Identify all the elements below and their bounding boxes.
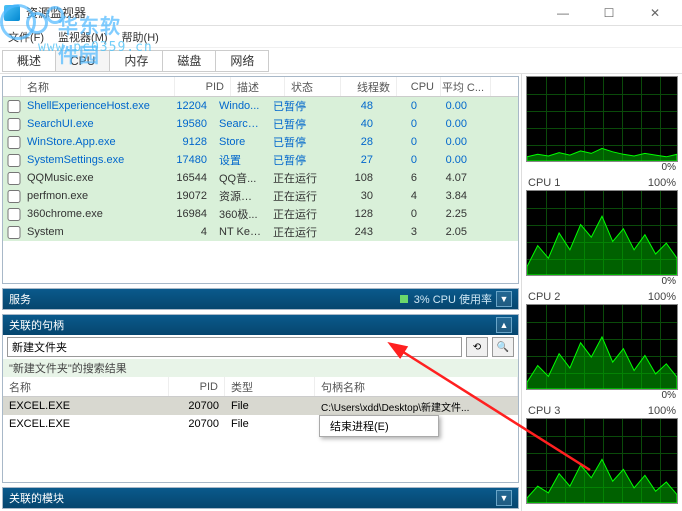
context-menu-end-process[interactable]: 结束进程(E) <box>320 416 438 436</box>
process-row[interactable]: WinStore.App.exe9128Store已暂停2800.00 <box>3 133 518 151</box>
col-avg[interactable]: 平均 C... <box>441 77 491 96</box>
graphs-sidebar: 0% CPU 1 100% 0% CPU 2 100% 0% CPU 3 100% <box>522 74 682 511</box>
graph-3-label: CPU 3 <box>528 405 560 417</box>
handles-subhead: "新建文件夹"的搜索结果 <box>3 359 518 377</box>
process-checkbox[interactable] <box>7 172 21 185</box>
handle-row[interactable]: EXCEL.EXE20700FileC:\Users\xdd\Desktop\新… <box>3 397 518 415</box>
menu-help[interactable]: 帮助(H) <box>122 29 159 45</box>
usage-indicator-icon <box>400 295 408 303</box>
window-title: 资源监视器 <box>26 4 540 21</box>
graph-0-foot: 0% <box>526 162 678 173</box>
col-pid[interactable]: PID <box>175 77 231 96</box>
graph-1-label: CPU 1 <box>528 177 560 189</box>
process-row[interactable]: 360chrome.exe16984360极...正在运行12802.25 <box>3 205 518 223</box>
window-max-button[interactable]: ☐ <box>586 0 632 26</box>
processes-body: ShellExperienceHost.exe12204Windo...已暂停4… <box>3 97 518 241</box>
col-desc[interactable]: 描述 <box>231 77 285 96</box>
process-row[interactable]: SystemSettings.exe17480设置已暂停2700.00 <box>3 151 518 169</box>
graph-cpu2: CPU 2 100% 0% <box>526 291 678 401</box>
processes-header-row: 名称 PID 描述 状态 线程数 CPU 平均 C... <box>3 77 518 97</box>
process-checkbox[interactable] <box>7 226 21 239</box>
col-cpu[interactable]: CPU <box>397 77 441 96</box>
search-go-button[interactable]: 🔍 <box>492 337 514 357</box>
process-row[interactable]: perfmon.exe19072资源和...正在运行3043.84 <box>3 187 518 205</box>
process-checkbox[interactable] <box>7 208 21 221</box>
tab-network[interactable]: 网络 <box>215 50 269 72</box>
window-titlebar: 资源监视器 — ☐ ✕ <box>0 0 682 26</box>
modules-panel: 关联的模块 ▼ <box>2 487 519 509</box>
process-checkbox[interactable] <box>7 154 21 167</box>
hcol-name[interactable]: 名称 <box>3 377 169 396</box>
modules-title: 关联的模块 <box>9 490 492 506</box>
tab-cpu[interactable]: CPU <box>55 50 110 72</box>
tab-memory[interactable]: 内存 <box>109 50 163 72</box>
window-min-button[interactable]: — <box>540 0 586 26</box>
process-row[interactable]: QQMusic.exe16544QQ音...正在运行10864.07 <box>3 169 518 187</box>
handle-row[interactable]: EXCEL.EXE20700File...\新建文件... <box>3 415 518 433</box>
process-checkbox[interactable] <box>7 118 21 131</box>
services-panel: 服务 3% CPU 使用率 ▼ <box>2 288 519 310</box>
services-title: 服务 <box>9 291 400 307</box>
tab-overview[interactable]: 概述 <box>2 50 56 72</box>
graph-2-label: CPU 2 <box>528 291 560 303</box>
process-row[interactable]: ShellExperienceHost.exe12204Windo...已暂停4… <box>3 97 518 115</box>
app-icon <box>4 5 20 21</box>
graph-cpu1: CPU 1 100% 0% <box>526 177 678 287</box>
graph-1-pct: 100% <box>648 177 676 189</box>
handles-body: EXCEL.EXE20700FileC:\Users\xdd\Desktop\新… <box>3 397 518 482</box>
col-threads[interactable]: 线程数 <box>341 77 397 96</box>
services-usage: 3% CPU 使用率 <box>414 291 492 307</box>
menu-monitor[interactable]: 监视器(M) <box>58 29 108 45</box>
handles-search-input[interactable] <box>7 337 462 357</box>
hcol-type[interactable]: 类型 <box>225 377 315 396</box>
context-menu: 结束进程(E) <box>319 415 439 437</box>
hcol-handle[interactable]: 句柄名称 <box>315 377 518 396</box>
col-name[interactable]: 名称 <box>21 77 175 96</box>
col-status[interactable]: 状态 <box>285 77 341 96</box>
tab-disk[interactable]: 磁盘 <box>162 50 216 72</box>
window-close-button[interactable]: ✕ <box>632 0 678 26</box>
handles-title: 关联的句柄 <box>9 317 492 333</box>
process-checkbox[interactable] <box>7 100 21 113</box>
graph-1-foot: 0% <box>526 276 678 287</box>
graph-2-pct: 100% <box>648 291 676 303</box>
search-refresh-button[interactable]: ⟲ <box>466 337 488 357</box>
handles-panel: 关联的句柄 ▲ ⟲ 🔍 "新建文件夹"的搜索结果 名称 PID 类型 句柄名称 … <box>2 314 519 483</box>
process-row[interactable]: System4NT Ker...正在运行24332.05 <box>3 223 518 241</box>
process-checkbox[interactable] <box>7 136 21 149</box>
modules-expand-button[interactable]: ▼ <box>496 490 512 506</box>
graph-3-pct: 100% <box>648 405 676 417</box>
menu-file[interactable]: 文件(F) <box>8 29 44 45</box>
process-row[interactable]: SearchUI.exe19580Search...已暂停4000.00 <box>3 115 518 133</box>
graph-2-foot: 0% <box>526 390 678 401</box>
hcol-pid[interactable]: PID <box>169 377 225 396</box>
tab-bar: 概述 CPU 内存 磁盘 网络 <box>0 48 682 74</box>
graph-cpu3: CPU 3 100% <box>526 405 678 504</box>
menubar: 文件(F) 监视器(M) 帮助(H) <box>0 26 682 48</box>
process-checkbox[interactable] <box>7 190 21 203</box>
graph-cpu-total: 0% <box>526 76 678 173</box>
processes-panel: 名称 PID 描述 状态 线程数 CPU 平均 C... ShellExperi… <box>2 76 519 284</box>
services-expand-button[interactable]: ▼ <box>496 291 512 307</box>
handles-collapse-button[interactable]: ▲ <box>496 317 512 333</box>
